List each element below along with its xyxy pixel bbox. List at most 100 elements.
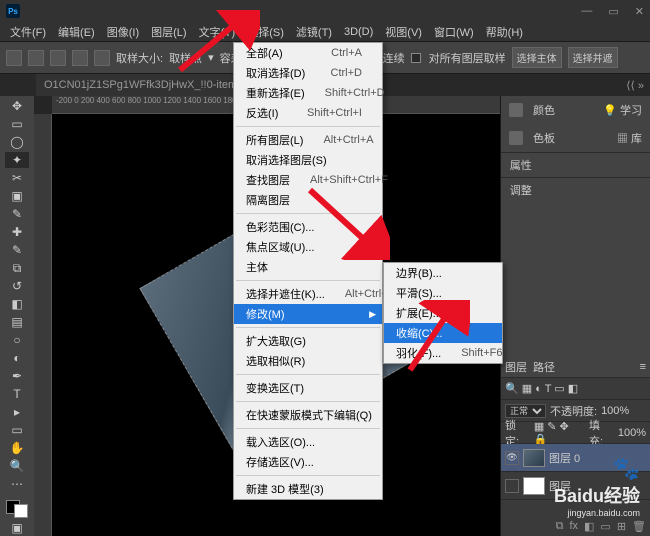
menu-item[interactable]: 查找图层Alt+Shift+Ctrl+F [234,170,382,190]
type-tool[interactable]: T [5,386,29,402]
marquee-tool[interactable]: ▭ [5,116,29,132]
blend-mode-select[interactable]: 正常 [505,404,546,418]
adjustments-panel-tab[interactable]: 调整 [510,185,532,197]
visibility-toggle[interactable]: 👁 [505,451,519,465]
color-swatches[interactable] [6,500,28,518]
all-layers-checkbox[interactable] [411,53,421,63]
opacity-value[interactable]: 100% [601,405,629,417]
menu-item[interactable]: 取消选择(D)Ctrl+D [234,63,382,83]
new-group-icon[interactable]: ▭ [600,520,610,533]
learn-panel-tab[interactable]: 💡 学习 [603,102,642,118]
zoom-tool[interactable]: 🔍 [5,458,29,474]
visibility-toggle[interactable] [505,479,519,493]
menu-item[interactable]: 扩大选取(G) [234,331,382,351]
magic-wand-tool[interactable]: ✦ [5,152,29,168]
menu-image[interactable]: 图像(I) [101,22,145,42]
menu-item[interactable]: 主体 [234,257,382,277]
history-brush-tool[interactable]: ↺ [5,278,29,294]
stamp-tool[interactable]: ⧉ [5,260,29,276]
brush-tool[interactable]: ✎ [5,242,29,258]
dodge-tool[interactable]: ◐ [5,350,29,366]
layers-tab[interactable]: 图层 [505,359,527,375]
properties-panel-tab[interactable]: 属性 [510,160,532,172]
menu-item[interactable]: 所有图层(L)Alt+Ctrl+A [234,130,382,150]
menu-file[interactable]: 文件(F) [4,22,52,42]
pen-tool[interactable]: ✒ [5,368,29,384]
layer-name[interactable]: 图层 [549,478,571,494]
layer-mask-icon[interactable]: ◧ [584,520,594,533]
swatches-panel-icon[interactable] [509,131,523,145]
menu-help[interactable]: 帮助(H) [480,22,529,42]
maximize-button[interactable]: ▭ [608,5,618,18]
selection-sub-icon[interactable] [72,50,88,66]
submenu-item[interactable]: 平滑(S)... [384,283,502,303]
blur-tool[interactable]: ○ [5,332,29,348]
menu-item[interactable]: 选择并遮住(K)...Alt+Ctrl+R [234,284,382,304]
edit-toolbar[interactable]: ⋯ [5,476,29,492]
eraser-tool[interactable]: ◧ [5,296,29,312]
menu-item[interactable]: 全部(A)Ctrl+A [234,43,382,63]
layer-thumbnail[interactable] [523,449,545,467]
path-select-tool[interactable]: ▸ [5,404,29,420]
menu-item[interactable]: 色彩范围(C)... [234,217,382,237]
eyedropper-tool[interactable]: ✎ [5,206,29,222]
selection-intersect-icon[interactable] [94,50,110,66]
menu-filter[interactable]: 滤镜(T) [290,22,338,42]
layer-fx-icon[interactable]: fx [569,520,578,532]
menu-item[interactable]: 隔离图层 [234,190,382,210]
new-layer-icon[interactable]: ⊞ [617,520,626,533]
quick-mask-toggle[interactable]: ▣ [5,520,29,536]
shape-tool[interactable]: ▭ [5,422,29,438]
menu-item[interactable]: 重新选择(E)Shift+Ctrl+D [234,83,382,103]
menu-type[interactable]: 文字(Y) [193,22,242,42]
menu-edit[interactable]: 编辑(E) [52,22,101,42]
menu-view[interactable]: 视图(V) [379,22,428,42]
menu-3d[interactable]: 3D(D) [338,24,379,40]
close-button[interactable]: ✕ [635,5,644,18]
menu-item[interactable]: 在快速蒙版模式下编辑(Q) [234,405,382,425]
menu-item[interactable]: 反选(I)Shift+Ctrl+I [234,103,382,123]
libraries-panel-tab[interactable]: ▦ 库 [617,130,642,146]
color-panel-tab[interactable]: 颜色 [533,102,555,118]
submenu-item[interactable]: 羽化(F)...Shift+F6 [384,343,502,363]
submenu-item[interactable]: 扩展(E)... [384,303,502,323]
select-subject-button[interactable]: 选择主体 [512,47,562,68]
submenu-item[interactable]: 边界(B)... [384,263,502,283]
select-and-mask-button[interactable]: 选择并遮 [568,47,618,68]
crop-tool[interactable]: ✂ [5,170,29,186]
link-layers-icon[interactable]: ⧉ [556,520,564,533]
layers-menu-icon[interactable]: ≡ [640,361,646,373]
fill-value[interactable]: 100% [618,427,646,439]
menu-item[interactable]: 选取相似(R) [234,351,382,371]
layer-name[interactable]: 图层 0 [549,450,580,466]
layer-row-0[interactable]: 👁 图层 0 [501,444,650,472]
menu-select[interactable]: 选择(S) [241,22,290,42]
healing-tool[interactable]: ✚ [5,224,29,240]
menu-item[interactable]: 取消选择图层(S) [234,150,382,170]
frame-tool[interactable]: ▣ [5,188,29,204]
swatches-panel-tab[interactable]: 色板 [533,130,555,146]
submenu-item[interactable]: 收缩(C)... [384,323,502,343]
move-tool[interactable]: ✥ [5,98,29,114]
tool-preset-icon[interactable] [6,50,22,66]
menu-item[interactable]: 存储选区(V)... [234,452,382,472]
lasso-tool[interactable]: ◯ [5,134,29,150]
menu-item[interactable]: 焦点区域(U)... [234,237,382,257]
photoshop-window: Ps — ▭ ✕ 文件(F) 编辑(E) 图像(I) 图层(L) 文字(Y) 选… [0,0,650,536]
layer-row-bg[interactable]: 图层 [501,472,650,500]
hand-tool[interactable]: ✋ [5,440,29,456]
delete-layer-icon[interactable]: 🗑 [632,520,646,533]
menu-item[interactable]: 载入选区(O)... [234,432,382,452]
selection-new-icon[interactable] [28,50,44,66]
minimize-button[interactable]: — [581,5,592,18]
menu-item[interactable]: 新建 3D 模型(3) [234,479,382,499]
color-panel-icon[interactable] [509,103,523,117]
menu-window[interactable]: 窗口(W) [428,22,480,42]
menu-layer[interactable]: 图层(L) [145,22,192,42]
layer-thumbnail[interactable] [523,477,545,495]
menu-item[interactable]: 修改(M)▶ [234,304,382,324]
gradient-tool[interactable]: ▤ [5,314,29,330]
menu-item[interactable]: 变换选区(T) [234,378,382,398]
paths-tab[interactable]: 路径 [533,359,555,375]
selection-add-icon[interactable] [50,50,66,66]
